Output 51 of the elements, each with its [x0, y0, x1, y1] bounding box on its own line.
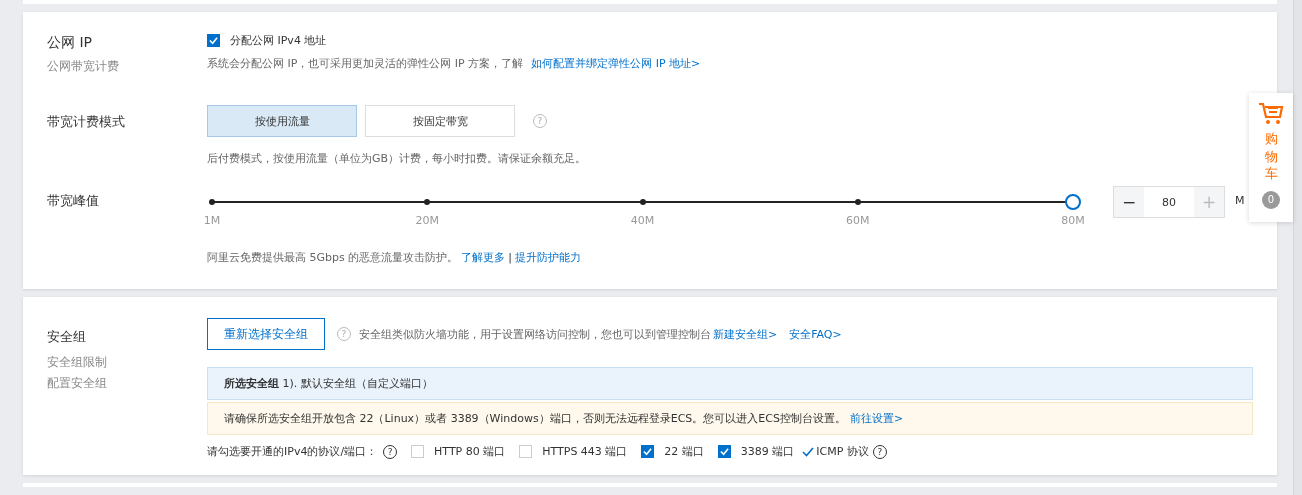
cart-count: 0: [1262, 190, 1280, 209]
learn-more-link[interactable]: 了解更多: [461, 250, 506, 265]
field-label: 安全组: [47, 328, 87, 346]
field-sublabel: 配置安全组: [47, 375, 108, 392]
tick-label: 20M: [415, 214, 439, 227]
cart-panel[interactable]: 购物车 0: [1249, 93, 1293, 222]
reselect-button[interactable]: 重新选择安全组: [207, 318, 325, 350]
slider-dot: [639, 199, 646, 205]
port-label: 3389 端口: [740, 444, 795, 459]
checkbox[interactable]: [641, 445, 655, 458]
hint-text: 后付费模式，按使用流量（单位为GB）计费，每小时扣费。请保证余额充足。: [207, 151, 587, 166]
settings-link[interactable]: 前往设置>: [849, 411, 904, 426]
checkbox[interactable]: [717, 445, 731, 458]
faq-link[interactable]: 安全FAQ>: [789, 326, 842, 342]
mode-option[interactable]: 按使用流量: [207, 105, 357, 137]
unit-label: M: [1235, 194, 1245, 207]
slider-dot: [424, 199, 431, 205]
field-label: 公网 IP: [47, 34, 94, 52]
slider-dot: [209, 199, 215, 205]
tick-label: 40M: [630, 214, 655, 227]
note-text: 阿里云免费提供最高 5Gbps 的恶意流量攻击防护。: [207, 250, 459, 265]
port-label: HTTPS 443 端口: [542, 444, 628, 459]
number-stepper[interactable]: − 80 +: [1113, 186, 1225, 218]
port-label: HTTP 80 端口: [434, 444, 506, 459]
create-group-link[interactable]: 新建安全组>: [713, 326, 778, 342]
slider-thumb[interactable]: [1065, 194, 1081, 210]
tick-label: 1M: [203, 214, 221, 227]
field-label: 带宽计费模式: [47, 113, 126, 131]
ports-label: 请勾选要开通的IPv4的协议/端口：: [207, 444, 378, 459]
scrollbar[interactable]: [1293, 0, 1302, 495]
port-label: 22 端口: [664, 444, 704, 459]
upgrade-link[interactable]: 提升防护能力: [514, 250, 581, 265]
hint-text: 安全组类似防火墙功能，用于设置网络访问控制，您也可以到管理控制台: [359, 326, 711, 342]
decrease-button[interactable]: −: [1114, 187, 1144, 217]
field-sublabel: 安全组限制: [47, 354, 108, 371]
checkbox[interactable]: [207, 34, 220, 47]
mode-option[interactable]: 按固定带宽: [365, 105, 515, 137]
separator: |: [508, 251, 512, 264]
cart-label: 购物车: [1264, 130, 1278, 183]
help-link[interactable]: 如何配置并绑定弹性公网 IP 地址>: [531, 56, 701, 71]
selected-group-text: 所选安全组 1). 默认安全组（自定义端口）: [224, 376, 433, 391]
warning-text: 请确保所选安全组开放包含 22（Linux）或者 3389（Windows）端口，否则无法远程登录ECS。您可以进入ECS控制台设置。: [224, 411, 846, 426]
tick-label: 60M: [846, 214, 870, 227]
field-sublabel: 公网带宽计费: [47, 58, 120, 75]
checkbox-label: 分配公网 IPv4 地址: [230, 33, 327, 48]
field-label: 带宽峰值: [47, 192, 100, 210]
tick-label: 80M: [1061, 214, 1085, 227]
slider-dot: [854, 199, 861, 205]
cart-icon: [1258, 102, 1284, 126]
hint-text: 系统会分配公网 IP，也可采用更加灵活的弹性公网 IP 方案，了解: [207, 56, 524, 71]
protocol-label: ICMP 协议: [816, 444, 869, 459]
